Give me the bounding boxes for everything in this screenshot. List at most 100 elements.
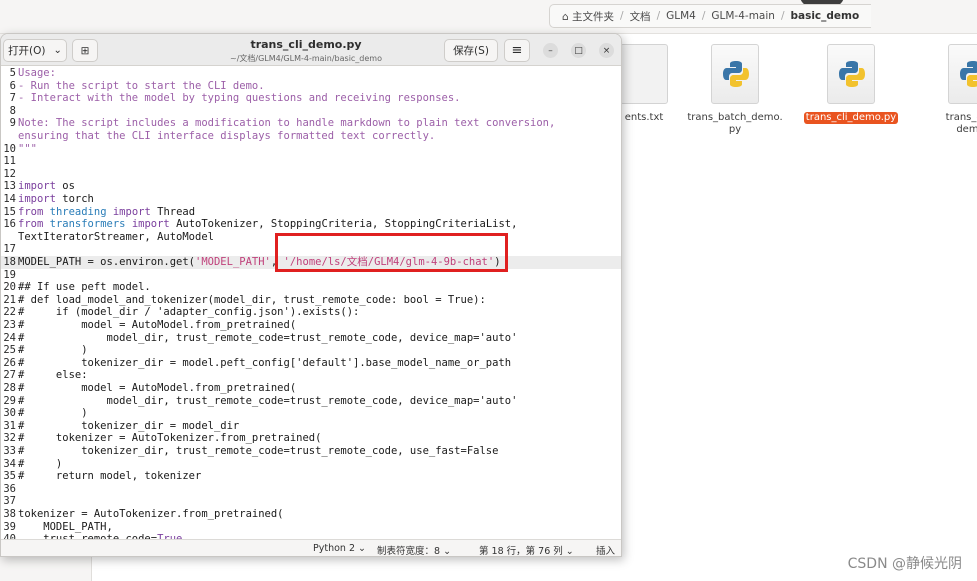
code-line[interactable]: 13 import os (1, 180, 621, 193)
new-tab-button[interactable]: ⊞ (72, 39, 98, 62)
code-token: # tokenizer = AutoTokenizer.from_pretrai… (18, 432, 322, 445)
line-number: 18 (3, 256, 16, 268)
maximize-button[interactable]: □ (571, 43, 586, 58)
code-line[interactable]: 35 # return model, tokenizer (1, 470, 621, 483)
code-line[interactable]: 23 # model = AutoModel.from_pretrained( (1, 319, 621, 332)
code-token: # model = AutoModel.from_pretrained( (18, 382, 297, 394)
code-token: # else: (18, 369, 88, 382)
code-token: tokenizer = AutoTokenizer.from_pretraine… (18, 508, 284, 520)
line-number: 25 (3, 344, 16, 357)
code-token: from (18, 205, 44, 218)
breadcrumb-glm4[interactable]: GLM4 (660, 10, 702, 22)
code-token: import (131, 218, 170, 231)
code-line[interactable]: 26 # tokenizer_dir = model.peft_config['d… (1, 357, 621, 370)
window-subtitle: ~/文档/GLM4/GLM-4-main/basic_demo (230, 54, 382, 63)
file-name: ents.txt (624, 112, 664, 123)
line-number: 19 (3, 268, 16, 281)
code-line[interactable]: 22 # if (model_dir / 'adapter_config.json… (1, 306, 621, 319)
code-line[interactable]: 15 from threading import Thread (1, 206, 621, 219)
line-number: 39 (3, 520, 16, 533)
code-line[interactable]: 12 (1, 168, 621, 181)
line-number: 23 (3, 319, 16, 331)
code-line[interactable]: 16 from transformers import AutoTokenizer… (1, 218, 621, 231)
code-token: AutoTokenizer, StoppingCriteria, Stoppin… (169, 218, 518, 231)
code-token: MODEL_PATH = os.environ.get( (18, 256, 196, 268)
line-number: 16 (3, 218, 16, 231)
code-token: # model_dir, trust_remote_code=trust_rem… (18, 394, 518, 407)
code-line[interactable]: 24 # model_dir, trust_remote_code=trust_r… (1, 332, 621, 345)
code-token: threading (49, 205, 107, 218)
file-item-trans-cli-demo[interactable]: trans_cli_demo.py (801, 42, 901, 124)
line-number: 29 (3, 394, 16, 407)
text-editor-window: 打开(O) ⌄ ⊞ trans_cli_demo.py ~/文档/GLM4/GL… (0, 33, 622, 557)
minimize-button[interactable]: – (543, 43, 558, 58)
line-number: 32 (3, 432, 16, 445)
code-line[interactable]: 14 import torch (1, 193, 621, 206)
line-number: 10 (3, 142, 16, 155)
code-line[interactable]: 10 """ (1, 143, 621, 156)
code-line[interactable]: 5 Usage: (1, 67, 621, 80)
code-line[interactable]: 31 # tokenizer_dir = model_dir (1, 420, 621, 433)
code-token: 'MODEL_PATH' (195, 256, 271, 268)
code-line[interactable]: 34 # ) (1, 458, 621, 471)
code-line[interactable]: 28 # model = AutoModel.from_pretrained( (1, 382, 621, 395)
line-number: 11 (3, 155, 16, 168)
code-line[interactable]: 9 Note: The script includes a modificatio… (1, 117, 621, 130)
code-token: Usage: (18, 67, 56, 79)
code-token: import (112, 205, 151, 218)
insert-mode[interactable]: 插入 (596, 543, 615, 556)
code-token: # model_dir, trust_remote_code=trust_rem… (18, 331, 518, 344)
breadcrumb-documents[interactable]: 文档 (624, 9, 657, 24)
code-line[interactable]: 6- Run the script to start the CLI demo. (1, 80, 621, 93)
file-item-trans-batch-demo[interactable]: trans_batch_demo. py (685, 42, 785, 136)
breadcrumb-glm4-main[interactable]: GLM-4-main (705, 10, 781, 22)
line-number: 20 (3, 281, 16, 294)
code-line[interactable]: 29 # model_dir, trust_remote_code=trust_r… (1, 395, 621, 408)
tab-width-selector[interactable]: 制表符宽度：8 ⌄ (377, 543, 451, 556)
code-line[interactable]: 36 (1, 483, 621, 496)
code-line[interactable]: 20 ## If use peft model. (1, 281, 621, 294)
line-number: 13 (3, 180, 16, 193)
maximize-icon: □ (574, 45, 583, 56)
language-selector[interactable]: Python 2 ⌄ (313, 543, 366, 554)
menu-button[interactable]: ≡ (504, 39, 530, 62)
status-bar: Python 2 ⌄ 制表符宽度：8 ⌄ 第 18 行，第 76 列 ⌄ 插入 (1, 539, 621, 556)
code-line[interactable]: 25 # ) (1, 344, 621, 357)
code-line[interactable]: 33 # tokenizer_dir, trust_remote_code=tru… (1, 445, 621, 458)
code-line[interactable]: 39 MODEL_PATH, (1, 521, 621, 534)
code-line-current[interactable]: 18 MODEL_PATH = os.environ.get('MODEL_PAT… (1, 256, 621, 269)
code-line[interactable]: 19 (1, 269, 621, 282)
code-line[interactable]: 30 # ) (1, 407, 621, 420)
code-line[interactable]: 21 # def load_model_and_tokenizer(model_d… (1, 294, 621, 307)
code-line[interactable]: ensuring that the CLI interface displays… (1, 130, 621, 143)
open-button[interactable]: 打开(O) ⌄ (3, 39, 67, 62)
line-number: 33 (3, 445, 16, 457)
watermark: CSDN @静候光阴 (847, 556, 962, 572)
code-token: ) (494, 256, 501, 268)
code-editor[interactable]: 5 Usage: 6- Run the script to start the CL… (1, 66, 621, 539)
close-button[interactable]: × (599, 43, 614, 58)
code-line[interactable]: 7- Interact with the model by typing que… (1, 92, 621, 105)
code-line[interactable]: 32 # tokenizer = AutoTokenizer.from_pretr… (1, 432, 621, 445)
code-line[interactable]: 27 # else: (1, 369, 621, 382)
breadcrumb-basic-demo[interactable]: basic_demo (784, 10, 865, 22)
code-line[interactable]: 37 (1, 495, 621, 508)
line-number: 34 (3, 457, 16, 470)
save-button[interactable]: 保存(S) (444, 39, 498, 62)
code-line[interactable]: 17 (1, 243, 621, 256)
cursor-position[interactable]: 第 18 行，第 76 列 ⌄ (479, 543, 574, 556)
line-number: 6 (9, 79, 16, 92)
code-token: , (270, 256, 284, 268)
line-number: 31 (3, 419, 16, 432)
breadcrumb-home[interactable]: ⌂ 主文件夹 (556, 9, 620, 24)
line-number: 22 (3, 306, 16, 319)
code-token: # return model, tokenizer (18, 470, 202, 483)
code-line[interactable]: 8 (1, 105, 621, 118)
code-line[interactable]: TextIteratorStreamer, AutoModel (1, 231, 621, 244)
code-line[interactable]: 11 (1, 155, 621, 168)
line-number: 12 (3, 167, 16, 180)
code-token: from (18, 218, 44, 231)
code-line[interactable]: 38 tokenizer = AutoTokenizer.from_pretrai… (1, 508, 621, 521)
python-file-icon (711, 44, 759, 104)
file-item-trans-cli-vision-demo[interactable]: trans_cli_vdemo. (922, 42, 977, 136)
